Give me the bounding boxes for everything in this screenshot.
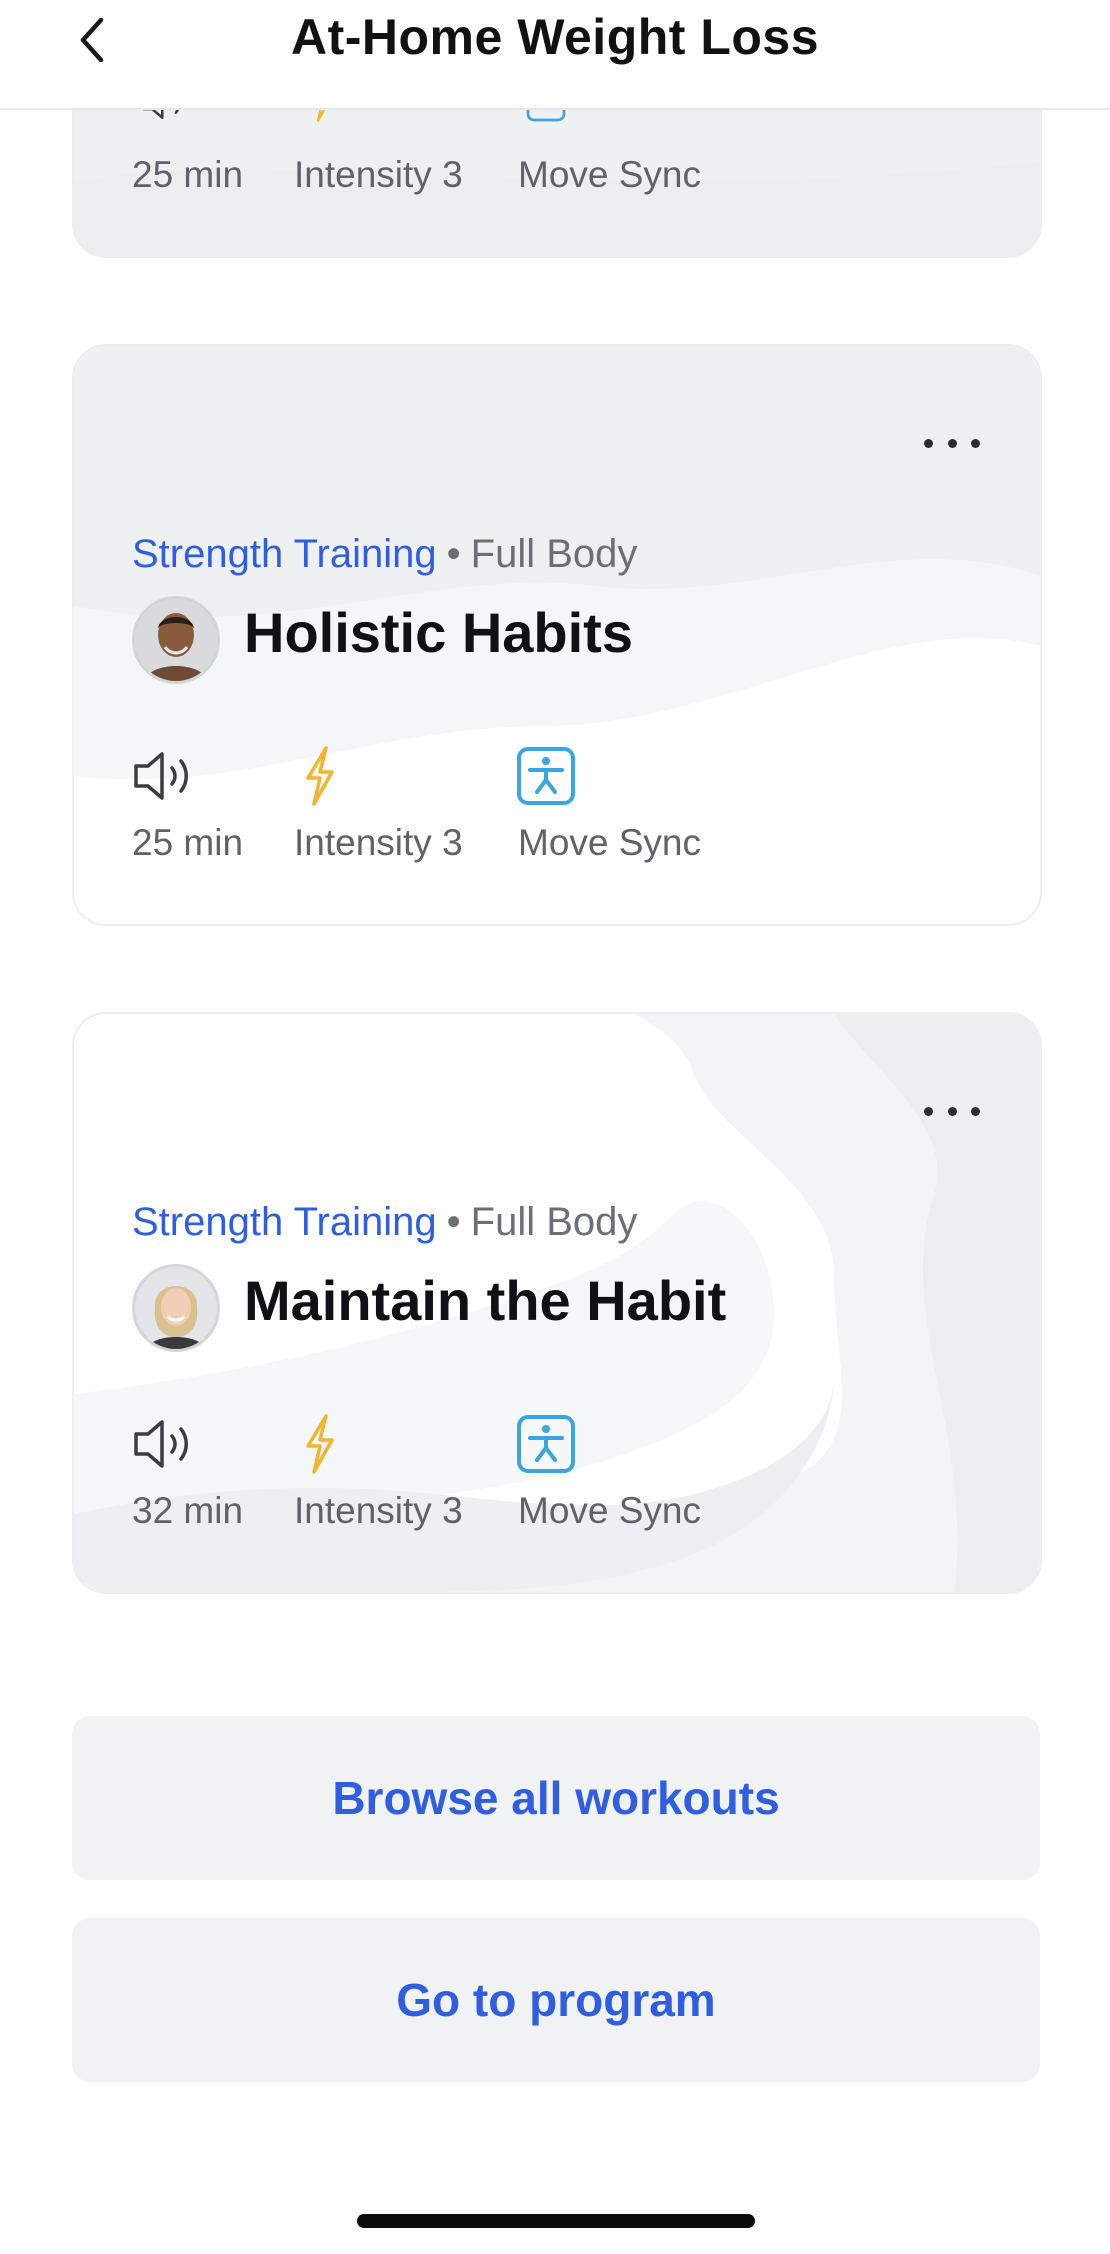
move-sync-icon [517,1415,575,1473]
category-label[interactable]: Strength Training [132,532,437,576]
workout-title: Holistic Habits [244,601,633,664]
move-sync-icon [517,747,575,805]
avatar-image [135,1267,217,1349]
intensity-label: Intensity 3 [294,822,463,863]
category-line: Strength Training • Full Body [132,1200,637,1245]
more-options-button[interactable] [924,1096,980,1126]
speaker-icon [134,752,188,800]
instructor-avatar [132,596,220,684]
lightning-icon [306,1414,334,1474]
intensity-label: Intensity 3 [294,154,463,195]
move-sync-label: Move Sync [518,154,702,195]
separator: • [446,1200,461,1244]
go-to-program-button[interactable]: Go to program [72,1918,1040,2082]
page: At-Home Weight Loss 25 min Intensity 3 M… [0,0,1110,2254]
speaker-icon [134,1420,188,1468]
avatar-image [135,599,217,681]
move-sync-label: Move Sync [518,1490,702,1531]
dot [947,1106,957,1116]
intensity-label: Intensity 3 [294,1490,463,1531]
subcategory-label: Full Body [470,532,638,576]
move-sync-label: Move Sync [518,822,702,863]
lightning-icon [306,746,334,806]
workout-card[interactable]: Strength Training • Full Body Maintain the… [72,1012,1042,1594]
page-title: At-Home Weight Loss [290,9,820,65]
instructor-avatar [132,1264,220,1352]
top-bar: At-Home Weight Loss [0,0,1110,110]
dot [924,438,933,448]
duration-label: 25 min [132,154,244,195]
subcategory-label: Full Body [470,1200,638,1244]
dot [971,438,980,448]
home-indicator[interactable] [357,2214,755,2228]
category-label[interactable]: Strength Training [132,1200,437,1244]
workout-card[interactable]: Strength Training • Full Body Holistic Hab… [72,344,1042,926]
category-line: Strength Training • Full Body [132,532,637,577]
duration-label: 25 min [132,822,244,863]
duration-label: 32 min [132,1490,244,1531]
dot [947,438,957,448]
dot [924,1106,933,1116]
separator: • [446,532,461,576]
workout-title: Maintain the Habit [244,1269,727,1332]
browse-all-workouts-button[interactable]: Browse all workouts [72,1716,1040,1880]
dot [971,1106,980,1116]
more-options-button[interactable] [924,428,980,458]
